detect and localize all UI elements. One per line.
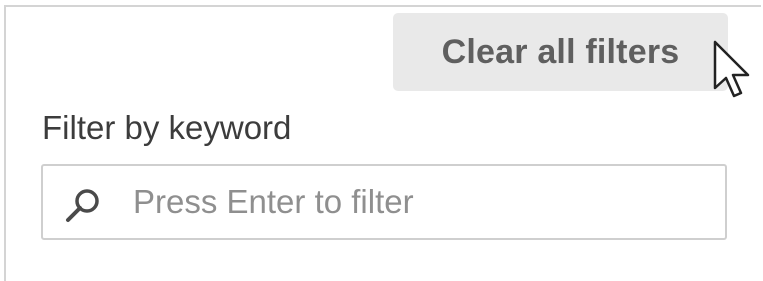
search-field[interactable] — [41, 164, 727, 240]
clear-all-filters-button[interactable]: Clear all filters — [393, 13, 728, 91]
search-input[interactable] — [133, 166, 713, 238]
search-icon — [66, 189, 99, 222]
filter-by-keyword-label: Filter by keyword — [42, 109, 292, 146]
